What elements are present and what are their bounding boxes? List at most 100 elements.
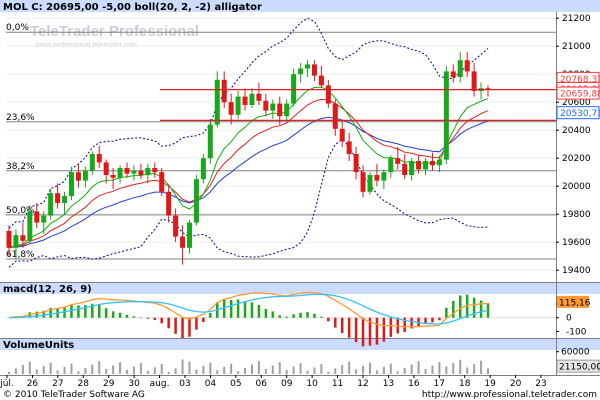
candle-up <box>186 222 192 248</box>
candle-down <box>416 161 422 170</box>
x-axis-tick-label: 19 <box>484 379 496 389</box>
x-axis-tick-label: 13 <box>383 379 394 389</box>
price-y-tick-label: 21000 <box>562 42 591 52</box>
candle-down <box>221 79 227 103</box>
copyright-text: © 2010 TeleTrader Software AG <box>3 390 145 400</box>
candle-down <box>96 154 102 163</box>
x-axis-tick-label: 06 <box>256 379 268 389</box>
candle-up <box>200 158 206 180</box>
candle-up <box>214 79 220 125</box>
candle-down <box>242 96 248 105</box>
price-y-tick-label: 20400 <box>562 126 591 136</box>
x-axis-tick-label: 28 <box>78 379 90 389</box>
candle-down <box>228 102 234 115</box>
price-y-tick-label: 21200 <box>562 14 591 24</box>
candle-down <box>103 162 109 175</box>
candle-down <box>374 175 380 181</box>
price-y-tick-label: 20200 <box>562 154 591 164</box>
fib-level-label: 0,0% <box>6 23 29 33</box>
candle-down <box>180 236 186 248</box>
candle-up <box>409 161 415 175</box>
watermark-url: www.professional.teletrader.com <box>35 42 137 49</box>
candle-down <box>471 71 477 91</box>
candle-down <box>325 85 331 104</box>
candle-up <box>443 71 449 160</box>
chart-window: MOL C: 20695,00 -5,00 boll(20, 2, -2) al… <box>0 0 600 400</box>
price-y-tick-label: 19600 <box>562 238 591 248</box>
macd-y-tick-label: 0 <box>566 314 572 324</box>
x-axis-tick-label: júl. <box>0 379 14 389</box>
candle-down <box>6 231 12 248</box>
x-axis-tick-label: 03 <box>179 379 190 389</box>
candle-up <box>388 158 394 173</box>
footer-url[interactable]: http://www.professional.teletrader.com <box>422 390 597 400</box>
candle-down <box>464 60 470 72</box>
candle-up <box>235 96 241 115</box>
fib-level-label: 61,8% <box>6 250 35 260</box>
candle-up <box>305 64 311 69</box>
candle-up <box>48 193 54 216</box>
candle-up <box>207 124 213 159</box>
candle-up <box>381 172 387 181</box>
volume-value-label: 21150,00 <box>559 363 600 373</box>
x-axis-tick-label: 27 <box>52 379 63 389</box>
candle-down <box>402 163 408 175</box>
x-axis-tick-label: 11 <box>332 379 343 389</box>
candle-down <box>55 193 61 203</box>
price-panel-title: MOL C: 20695,00 -5,00 boll(20, 2, -2) al… <box>3 2 262 13</box>
candle-down <box>173 215 179 237</box>
price-y-tick-label: 19800 <box>562 210 591 220</box>
candle-down <box>263 100 269 111</box>
macd-value-label: 115,16 <box>559 298 591 308</box>
x-axis-tick-label: 09 <box>281 379 293 389</box>
candle-down <box>138 170 144 175</box>
x-axis-tick-label: 04 <box>205 379 217 389</box>
candle-down <box>34 211 40 223</box>
macd-signal-line <box>8 293 489 325</box>
candle-down <box>256 93 262 101</box>
candle-up <box>62 196 68 203</box>
candle-down <box>110 175 116 178</box>
candle-up <box>291 74 297 104</box>
candle-down <box>277 103 283 117</box>
candle-up <box>193 179 199 223</box>
watermark-title: TeleTrader Professional <box>30 23 199 40</box>
candle-up <box>89 154 95 171</box>
macd-y-tick-label: -100 <box>566 327 587 337</box>
candle-up <box>457 60 463 77</box>
candle-down <box>124 168 130 174</box>
fib-level-label: 23,6% <box>6 113 35 123</box>
candle-up <box>423 161 429 170</box>
x-axis-tick-label: 30 <box>128 379 140 389</box>
volume-header-bar <box>0 339 600 350</box>
candle-down <box>429 161 435 166</box>
candle-down <box>75 172 81 181</box>
candle-down <box>166 191 172 216</box>
candle-up <box>367 175 373 192</box>
price-label-text: 20530,71 <box>560 109 600 119</box>
volume-panel-title: VolumeUnits <box>3 340 74 351</box>
candle-up <box>13 235 19 248</box>
candle-up <box>27 211 33 241</box>
volume-y-tick-label: 60000 <box>561 348 590 358</box>
x-axis-tick-label: 12 <box>357 379 368 389</box>
macd-panel-title: macd(12, 26, 9) <box>3 284 92 295</box>
candle-down <box>20 235 26 241</box>
x-axis-tick-label: 18 <box>459 379 471 389</box>
chart-canvas: MOL C: 20695,00 -5,00 boll(20, 2, -2) al… <box>0 0 600 400</box>
candle-up <box>436 159 442 166</box>
candle-down <box>339 128 345 142</box>
candle-up <box>270 103 276 111</box>
x-axis-tick-label: 23 <box>535 379 546 389</box>
candle-down <box>353 154 359 173</box>
candle-up <box>117 168 123 178</box>
candle-up <box>298 68 304 75</box>
x-axis-tick-label: aug. <box>150 379 170 389</box>
candle-down <box>395 158 401 164</box>
price-y-tick-label: 20000 <box>562 182 591 192</box>
candle-down <box>360 172 366 192</box>
candle-down <box>159 172 165 192</box>
candle-down <box>450 71 456 77</box>
candle-up <box>68 172 74 196</box>
fib-level-label: 38,2% <box>6 162 35 172</box>
